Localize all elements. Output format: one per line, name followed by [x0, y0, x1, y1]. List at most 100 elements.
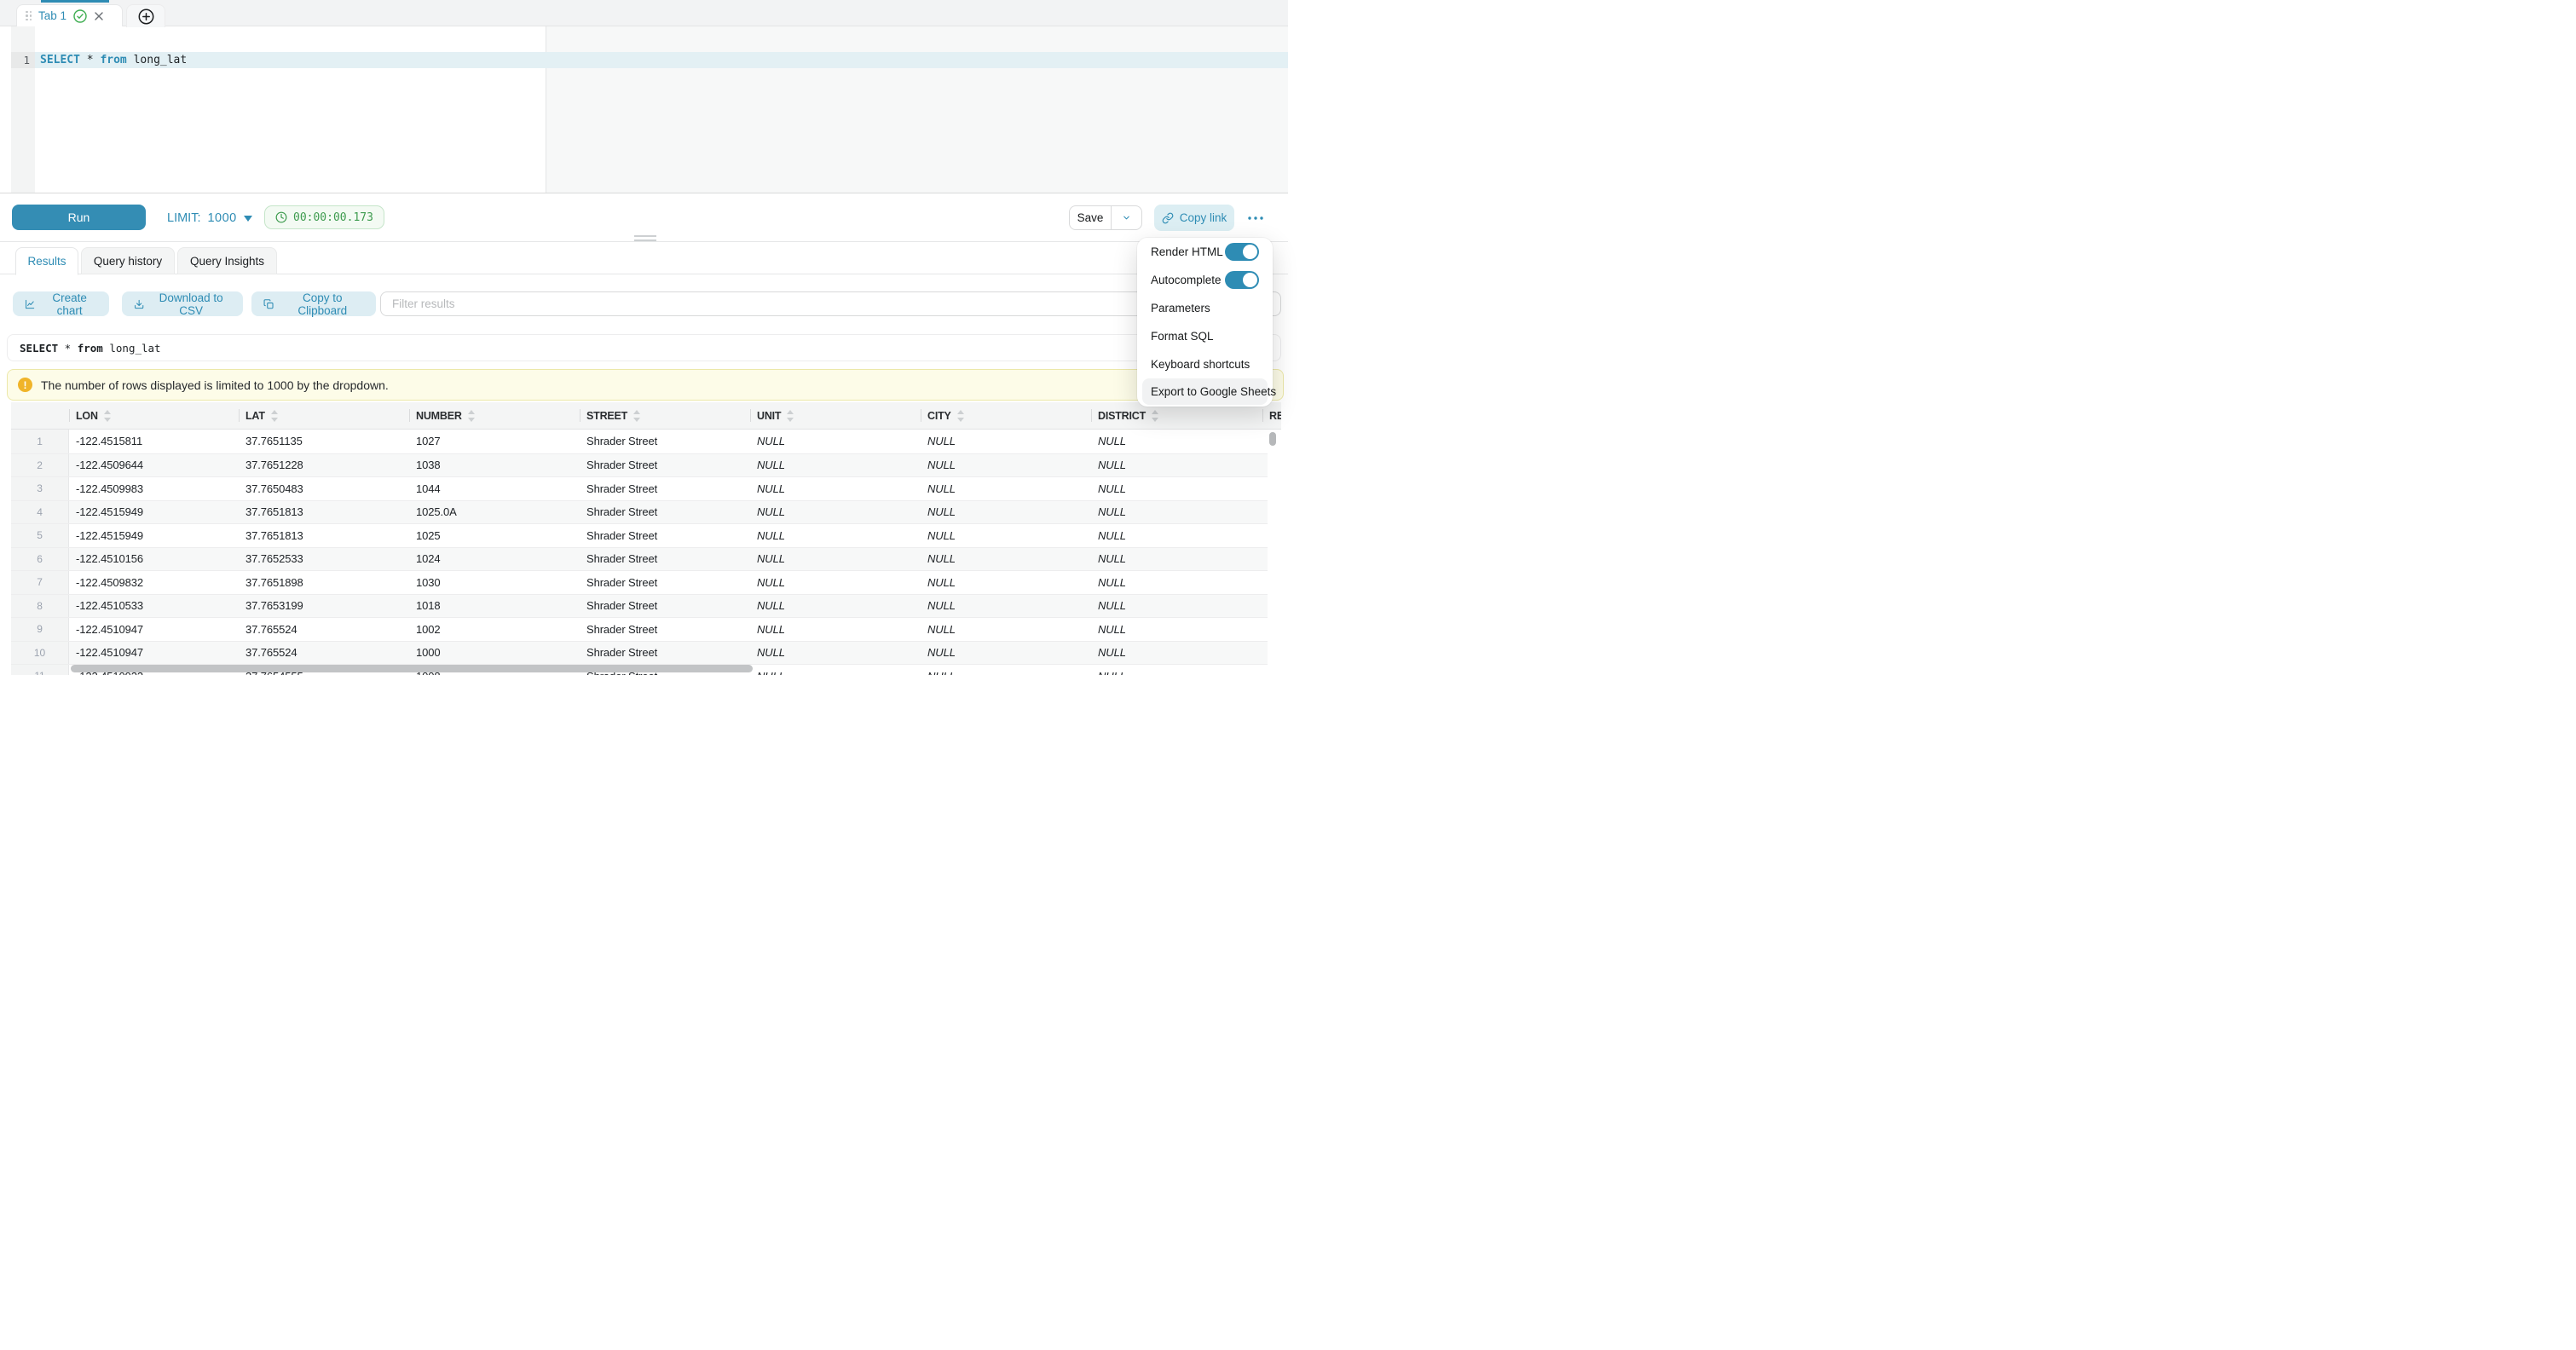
menu-item-autocomplete[interactable]: Autocomplete: [1137, 266, 1273, 294]
sort-icon[interactable]: [633, 410, 640, 422]
tab-results[interactable]: Results: [15, 247, 78, 275]
cell-city: NULL: [921, 571, 1091, 594]
cell-region: [1262, 571, 1268, 594]
table-row[interactable]: 8-122.451053337.76531991018Shrader Stree…: [11, 594, 1268, 618]
toggle-switch-on[interactable]: [1225, 243, 1259, 261]
cell-unit: NULL: [750, 548, 921, 571]
cell-region: [1262, 548, 1268, 571]
chevron-down-icon: [1122, 213, 1131, 222]
sort-icon[interactable]: [957, 410, 964, 422]
table-row[interactable]: 4-122.451594937.76518131025.0AShrader St…: [11, 500, 1268, 524]
cell-number: 1044: [409, 477, 580, 500]
download-csv-button[interactable]: Download to CSV: [122, 291, 243, 316]
plus-icon: [138, 9, 154, 25]
tab-tab1[interactable]: Tab 1: [16, 4, 123, 26]
cell-street: Shrader Street: [580, 642, 750, 665]
sort-icon[interactable]: [104, 410, 111, 422]
table-row[interactable]: 5-122.451594937.76518131025Shrader Stree…: [11, 523, 1268, 547]
menu-item-export-to-google-sheets[interactable]: Export to Google Sheets: [1142, 378, 1268, 405]
cell-district: NULL: [1091, 665, 1262, 675]
vertical-scrollbar[interactable]: [1269, 432, 1276, 446]
sql-keyword: from: [100, 54, 126, 66]
table-row[interactable]: 6-122.451015637.76525331024Shrader Stree…: [11, 547, 1268, 571]
sql-editor[interactable]: 1 SELECT * from long_lat: [0, 26, 1288, 193]
menu-item-parameters[interactable]: Parameters: [1137, 294, 1273, 322]
active-tab-indicator: [41, 0, 109, 3]
cell-unit: NULL: [750, 642, 921, 665]
copy-to-clipboard-button[interactable]: Copy to Clipboard: [251, 291, 376, 316]
cell-street: Shrader Street: [580, 571, 750, 594]
save-button[interactable]: Save: [1070, 206, 1111, 229]
column-header-lon[interactable]: LON: [69, 402, 239, 429]
column-header-street[interactable]: STREET: [580, 402, 750, 429]
column-header-region[interactable]: REGION: [1262, 402, 1281, 429]
sort-icon[interactable]: [787, 410, 794, 422]
table-header-row: LONLATNUMBERSTREETUNITCITYDISTRICTREGION: [11, 402, 1281, 430]
menu-item-format-sql[interactable]: Format SQL: [1137, 322, 1273, 350]
cell-lon: -122.4510156: [69, 548, 239, 571]
sort-icon[interactable]: [271, 410, 278, 422]
column-label: LAT: [245, 410, 265, 422]
new-tab-button[interactable]: [126, 4, 165, 27]
sort-icon[interactable]: [1152, 410, 1158, 422]
horizontal-scrollbar[interactable]: [71, 665, 753, 672]
column-header-city[interactable]: CITY: [921, 402, 1091, 429]
row-number-cell: 7: [11, 571, 69, 594]
table-row[interactable]: 2-122.450964437.76512281038Shrader Stree…: [11, 453, 1268, 477]
sql-code-line[interactable]: SELECT * from long_lat: [40, 52, 187, 68]
limit-dropdown[interactable]: LIMIT: 1000: [167, 194, 252, 242]
cell-region: [1262, 665, 1268, 675]
table-row[interactable]: 7-122.450983237.76518981030Shrader Stree…: [11, 570, 1268, 594]
column-separator: [69, 409, 70, 422]
menu-item-keyboard-shortcuts[interactable]: Keyboard shortcuts: [1137, 350, 1273, 378]
row-number-cell: 11: [11, 665, 69, 675]
cell-region: [1262, 454, 1268, 477]
cell-lon: -122.4515949: [69, 524, 239, 547]
cell-district: NULL: [1091, 571, 1262, 594]
table-row[interactable]: 3-122.450998337.76504831044Shrader Stree…: [11, 476, 1268, 500]
column-separator: [1091, 409, 1092, 422]
tab-label: Tab 1: [38, 9, 66, 22]
close-tab-icon[interactable]: [94, 11, 104, 21]
cell-district: NULL: [1091, 548, 1262, 571]
cell-city: NULL: [921, 642, 1091, 665]
cell-unit: NULL: [750, 454, 921, 477]
table-row[interactable]: 10-122.451094737.7655241000Shrader Stree…: [11, 641, 1268, 665]
cell-city: NULL: [921, 524, 1091, 547]
cell-city: NULL: [921, 477, 1091, 500]
sql-keyword: SELECT: [40, 54, 80, 66]
toggle-switch-on[interactable]: [1225, 271, 1259, 289]
column-header-number[interactable]: NUMBER: [409, 402, 580, 429]
tab-query-insights[interactable]: Query Insights: [177, 247, 277, 274]
copy-link-button[interactable]: Copy link: [1154, 205, 1234, 231]
sql-keyword: SELECT: [20, 342, 58, 355]
sql-text: *: [80, 54, 100, 66]
drag-handle-icon[interactable]: [26, 11, 32, 21]
table-row[interactable]: 9-122.451094737.7655241002Shrader Street…: [11, 617, 1268, 641]
create-chart-button[interactable]: Create chart: [13, 291, 109, 316]
save-options-button[interactable]: [1111, 206, 1141, 229]
link-icon: [1162, 212, 1174, 224]
row-number-cell: 9: [11, 618, 69, 641]
run-button[interactable]: Run: [12, 205, 146, 230]
cell-number: 1002: [409, 618, 580, 641]
column-label: UNIT: [757, 410, 781, 422]
menu-item-render-html[interactable]: Render HTML: [1137, 238, 1273, 266]
more-options-button[interactable]: [1243, 205, 1268, 230]
query-success-icon: [73, 9, 87, 23]
column-header-lat[interactable]: LAT: [239, 402, 409, 429]
column-label: CITY: [927, 410, 951, 422]
cell-number: 1000: [409, 642, 580, 665]
cell-district: NULL: [1091, 642, 1262, 665]
chart-icon: [25, 298, 35, 310]
cell-street: Shrader Street: [580, 477, 750, 500]
table-row[interactable]: 1-122.451581137.76511351027Shrader Stree…: [11, 430, 1268, 453]
results-table: LONLATNUMBERSTREETUNITCITYDISTRICTREGION…: [0, 402, 1288, 675]
sql-keyword: from: [78, 342, 103, 355]
tab-query-history[interactable]: Query history: [81, 247, 175, 274]
cell-number: 1030: [409, 571, 580, 594]
sort-icon[interactable]: [468, 410, 475, 422]
cell-region: [1262, 642, 1268, 665]
pane-resize-handle[interactable]: [634, 235, 656, 242]
column-header-unit[interactable]: UNIT: [750, 402, 921, 429]
